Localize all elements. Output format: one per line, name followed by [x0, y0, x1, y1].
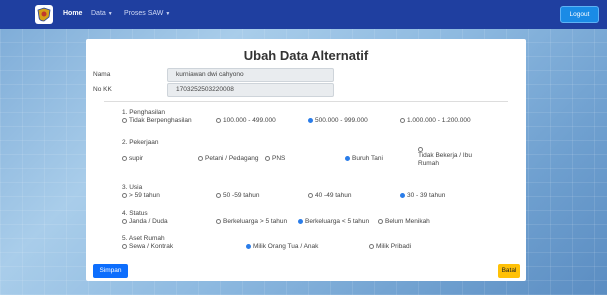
option-label: Tidak Berpenghasilan: [129, 117, 192, 124]
nama-label: Nama: [93, 71, 111, 78]
option-label: Berkeluarga > 5 tahun: [223, 218, 288, 225]
radio-option[interactable]: Berkeluarga < 5 tahun: [298, 218, 369, 226]
nav-data-label: Data: [91, 10, 106, 17]
option-label: 30 - 39 tahun: [407, 192, 446, 199]
radio-option[interactable]: 500.000 - 999.000: [308, 117, 368, 125]
option-label: supir: [129, 155, 144, 162]
radio-selected-icon: [308, 118, 313, 123]
radio-option[interactable]: 50 -59 tahun: [216, 192, 260, 200]
simpan-button[interactable]: Simpan: [93, 264, 128, 278]
shield-logo-icon: [37, 7, 51, 22]
nav-proses-dropdown[interactable]: Proses SAW ▼: [124, 10, 170, 17]
radio-option[interactable]: Tidak Berpenghasilan: [122, 117, 192, 125]
radio-selected-icon: [298, 219, 303, 224]
option-label: Tidak Bekerja / Ibu Rumah: [418, 152, 472, 167]
option-label: Belum Menikah: [385, 218, 430, 225]
option-label: Sewa / Kontrak: [129, 243, 174, 250]
option-label: 500.000 - 999.000: [315, 117, 368, 124]
option-label: PNS: [272, 155, 286, 162]
option-label: Milik Orang Tua / Anak: [253, 243, 319, 250]
radio-icon: [400, 118, 405, 123]
radio-icon: [122, 118, 127, 123]
navbar: Home Data ▼ Proses SAW ▼ Logout: [0, 0, 607, 29]
radio-option[interactable]: Buruh Tani: [345, 155, 383, 163]
option-label: Petani / Pedagang: [205, 155, 259, 162]
option-label: Berkeluarga < 5 tahun: [305, 218, 370, 225]
caret-down-icon: ▼: [107, 11, 113, 17]
nav-proses-label: Proses SAW: [124, 10, 164, 17]
logout-button[interactable]: Logout: [560, 6, 599, 23]
radio-selected-icon: [400, 193, 405, 198]
radio-option[interactable]: supir: [122, 155, 143, 163]
radio-option[interactable]: Janda / Duda: [122, 218, 168, 226]
option-label: 1.000.000 - 1.200.000: [407, 117, 471, 124]
option-label: Milik Pribadi: [376, 243, 412, 250]
nav-data-dropdown[interactable]: Data ▼: [91, 10, 113, 17]
radio-selected-icon: [345, 156, 350, 161]
criteria-label-penghasilan: 1. Penghasilan: [122, 109, 166, 116]
option-label: 40 -49 tahun: [315, 192, 352, 199]
radio-option[interactable]: Petani / Pedagang: [198, 155, 259, 163]
radio-icon: [122, 244, 127, 249]
radio-selected-icon: [246, 244, 251, 249]
radio-icon: [122, 219, 127, 224]
option-label: 50 -59 tahun: [223, 192, 260, 199]
form-card: Ubah Data Alternatif Nama kurniawan dwi …: [86, 39, 526, 281]
radio-option[interactable]: Berkeluarga > 5 tahun: [216, 218, 287, 226]
radio-icon: [198, 156, 203, 161]
radio-icon: [308, 193, 313, 198]
nav-home[interactable]: Home: [63, 10, 82, 17]
radio-option[interactable]: Sewa / Kontrak: [122, 243, 173, 251]
radio-option[interactable]: 40 -49 tahun: [308, 192, 352, 200]
radio-option[interactable]: 100.000 - 499.000: [216, 117, 276, 125]
radio-icon: [216, 219, 221, 224]
radio-option[interactable]: Belum Menikah: [378, 218, 430, 226]
radio-option[interactable]: 1.000.000 - 1.200.000: [400, 117, 471, 125]
option-label: > 59 tahun: [129, 192, 160, 199]
radio-option[interactable]: Tidak Bekerja / Ibu Rumah: [418, 146, 493, 168]
batal-button[interactable]: Batal: [498, 264, 520, 278]
criteria-label-aset: 5. Aset Rumah: [122, 235, 165, 242]
radio-icon: [216, 118, 221, 123]
option-label: 100.000 - 499.000: [223, 117, 276, 124]
radio-option[interactable]: > 59 tahun: [122, 192, 160, 200]
criteria-label-pekerjaan: 2. Pekerjaan: [122, 139, 159, 146]
divider: [104, 101, 508, 102]
page-title: Ubah Data Alternatif: [243, 48, 369, 63]
radio-option[interactable]: 30 - 39 tahun: [400, 192, 445, 200]
radio-icon: [216, 193, 221, 198]
nokk-field[interactable]: 1703252503220008: [167, 83, 334, 97]
criteria-label-usia: 3. Usia: [122, 184, 143, 191]
radio-icon: [122, 193, 127, 198]
nokk-label: No KK: [93, 86, 112, 93]
radio-option[interactable]: Milik Pribadi: [369, 243, 411, 251]
radio-option[interactable]: PNS: [265, 155, 285, 163]
caret-down-icon: ▼: [165, 11, 171, 17]
radio-icon: [265, 156, 270, 161]
nama-field[interactable]: kurniawan dwi cahyono: [167, 68, 334, 82]
criteria-label-status: 4. Status: [122, 210, 148, 217]
option-label: Buruh Tani: [352, 155, 383, 162]
option-label: Janda / Duda: [129, 218, 168, 225]
radio-icon: [378, 219, 383, 224]
app-logo[interactable]: [35, 5, 53, 24]
radio-option[interactable]: Milik Orang Tua / Anak: [246, 243, 318, 251]
radio-icon: [369, 244, 374, 249]
radio-icon: [122, 156, 127, 161]
